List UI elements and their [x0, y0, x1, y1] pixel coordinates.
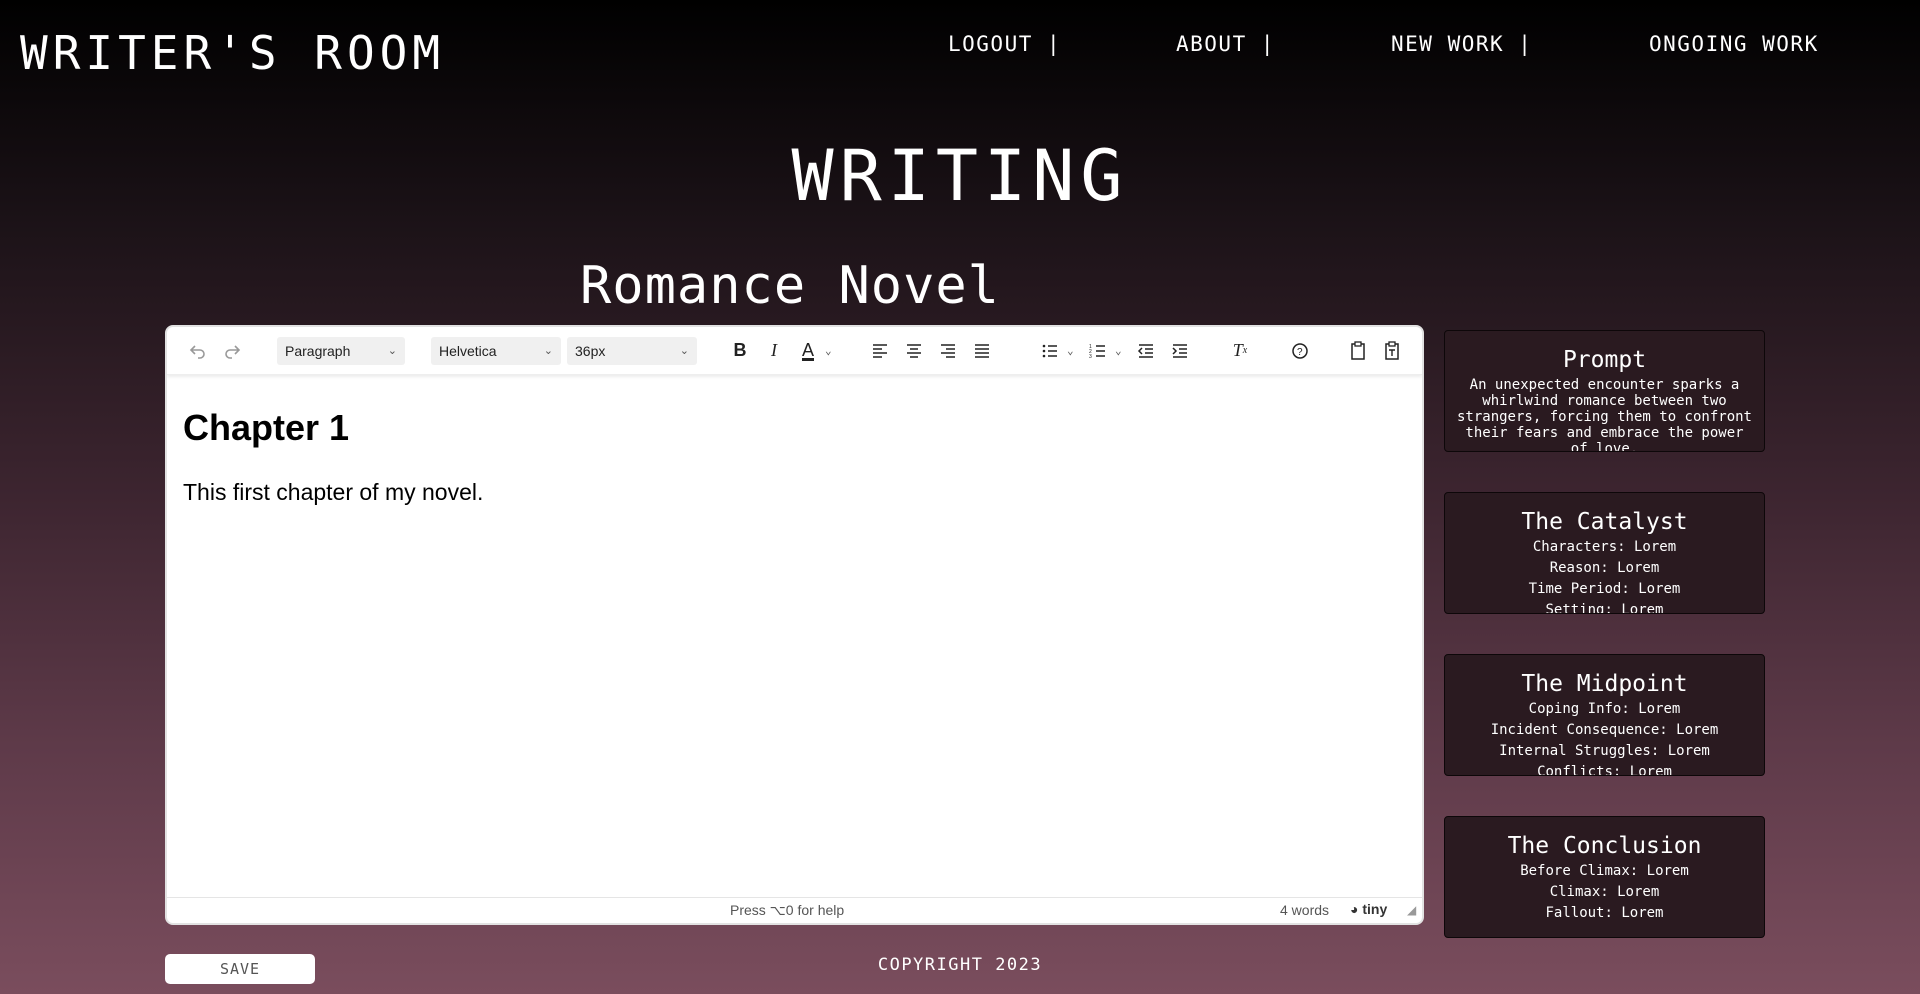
- word-count[interactable]: 4 words: [1280, 902, 1329, 918]
- top-nav: LOGOUT | ABOUT | NEW WORK | ONGOING WORK: [0, 32, 1920, 62]
- chapter-paragraph[interactable]: This first chapter of my novel.: [183, 479, 1406, 506]
- align-center-icon[interactable]: [897, 334, 931, 368]
- svg-text:3: 3: [1089, 354, 1092, 359]
- prompt-card-title: Prompt: [1562, 347, 1647, 373]
- text-color-icon[interactable]: A: [791, 334, 825, 368]
- chevron-down-icon: ⌄: [387, 345, 397, 357]
- nav-about[interactable]: ABOUT |: [1176, 32, 1275, 56]
- nav-ongoing-work[interactable]: ONGOING WORK: [1649, 32, 1819, 56]
- numbered-list-icon[interactable]: 123: [1081, 334, 1115, 368]
- chevron-down-icon: ⌄: [679, 345, 689, 357]
- paste-icon[interactable]: [1341, 334, 1375, 368]
- editor-content-area[interactable]: Chapter 1 This first chapter of my novel…: [167, 375, 1422, 538]
- block-format-select[interactable]: Paragraph ⌄: [277, 336, 405, 365]
- font-size-select[interactable]: 36px ⌄: [567, 336, 697, 365]
- help-icon[interactable]: ?: [1283, 334, 1317, 368]
- midpoint-card: The Midpoint Coping Info: Lorem Incident…: [1444, 654, 1765, 776]
- align-left-icon[interactable]: [863, 334, 897, 368]
- catalyst-card-body: Characters: Lorem Reason: Lorem Time Per…: [1445, 537, 1764, 614]
- catalyst-card-title: The Catalyst: [1521, 509, 1688, 535]
- align-right-icon[interactable]: [931, 334, 965, 368]
- chevron-down-icon[interactable]: ⌄: [825, 344, 839, 357]
- catalyst-line: Reason: Lorem: [1549, 560, 1660, 576]
- midpoint-card-body: Coping Info: Lorem Incident Consequence:…: [1445, 699, 1764, 776]
- midpoint-line: Conflicts: Lorem: [1537, 764, 1672, 776]
- catalyst-line: Time Period: Lorem: [1528, 581, 1681, 597]
- copyright-text: COPYRIGHT 2023: [877, 955, 1043, 975]
- bold-icon[interactable]: B: [723, 334, 757, 368]
- font-size-value: 36px: [575, 342, 606, 359]
- svg-text:?: ?: [1297, 347, 1303, 358]
- conclusion-card: The Conclusion Before Climax: Lorem Clim…: [1444, 816, 1765, 938]
- midpoint-card-title: The Midpoint: [1521, 671, 1688, 697]
- align-justify-icon[interactable]: [965, 334, 999, 368]
- conclusion-card-body: Before Climax: Lorem Climax: Lorem Fallo…: [1445, 861, 1764, 924]
- catalyst-line: Setting: Lorem: [1545, 602, 1664, 614]
- font-family-select[interactable]: Helvetica ⌄: [431, 336, 561, 365]
- chevron-down-icon: ⌄: [543, 345, 553, 357]
- tiny-logo[interactable]: ◕ tiny: [1350, 901, 1387, 917]
- editor-statusbar: Press ⌥0 for help 4 words ◕ tiny ◢: [167, 897, 1422, 923]
- chevron-down-icon[interactable]: ⌄: [1067, 344, 1081, 357]
- italic-icon[interactable]: I: [757, 334, 791, 368]
- nav-new-work[interactable]: NEW WORK |: [1391, 32, 1532, 56]
- redo-icon[interactable]: [215, 334, 249, 368]
- rich-text-editor: Paragraph ⌄ Helvetica ⌄ 36px ⌄ B I A ⌄ ⌄…: [165, 325, 1424, 925]
- work-title: Romance Novel: [580, 256, 1000, 316]
- chevron-down-icon[interactable]: ⌄: [1115, 344, 1129, 357]
- help-hint: Press ⌥0 for help: [730, 902, 845, 918]
- catalyst-card: The Catalyst Characters: Lorem Reason: L…: [1444, 492, 1765, 614]
- conclusion-card-title: The Conclusion: [1507, 833, 1702, 859]
- paste-as-text-icon[interactable]: [1375, 334, 1409, 368]
- nav-logout[interactable]: LOGOUT |: [948, 32, 1061, 56]
- conclusion-line: Climax: Lorem: [1549, 884, 1660, 900]
- midpoint-line: Internal Struggles: Lorem: [1499, 743, 1710, 759]
- catalyst-line: Characters: Lorem: [1532, 539, 1677, 555]
- editor-toolbar: Paragraph ⌄ Helvetica ⌄ 36px ⌄ B I A ⌄ ⌄…: [167, 327, 1422, 375]
- prompt-card-body: An unexpected encounter sparks a whirlwi…: [1456, 377, 1752, 452]
- outdent-icon[interactable]: [1129, 334, 1163, 368]
- bullet-list-icon[interactable]: [1033, 334, 1067, 368]
- conclusion-line: Fallout: Lorem: [1545, 905, 1664, 921]
- indent-icon[interactable]: [1163, 334, 1197, 368]
- block-format-value: Paragraph: [285, 342, 351, 359]
- conclusion-line: Before Climax: Lorem: [1520, 863, 1689, 879]
- midpoint-line: Incident Consequence: Lorem: [1490, 722, 1719, 738]
- tiny-logo-icon: ◕: [1350, 901, 1359, 917]
- chapter-heading[interactable]: Chapter 1: [183, 407, 1406, 449]
- undo-icon[interactable]: [181, 334, 215, 368]
- midpoint-line: Coping Info: Lorem: [1528, 701, 1681, 717]
- tiny-brand-text: tiny: [1362, 901, 1388, 917]
- font-family-value: Helvetica: [439, 342, 497, 359]
- page-title: WRITING: [791, 135, 1129, 217]
- resize-handle-icon[interactable]: ◢: [1407, 903, 1416, 917]
- clear-formatting-icon[interactable]: Tx: [1223, 334, 1257, 368]
- prompt-card: Prompt An unexpected encounter sparks a …: [1444, 330, 1765, 452]
